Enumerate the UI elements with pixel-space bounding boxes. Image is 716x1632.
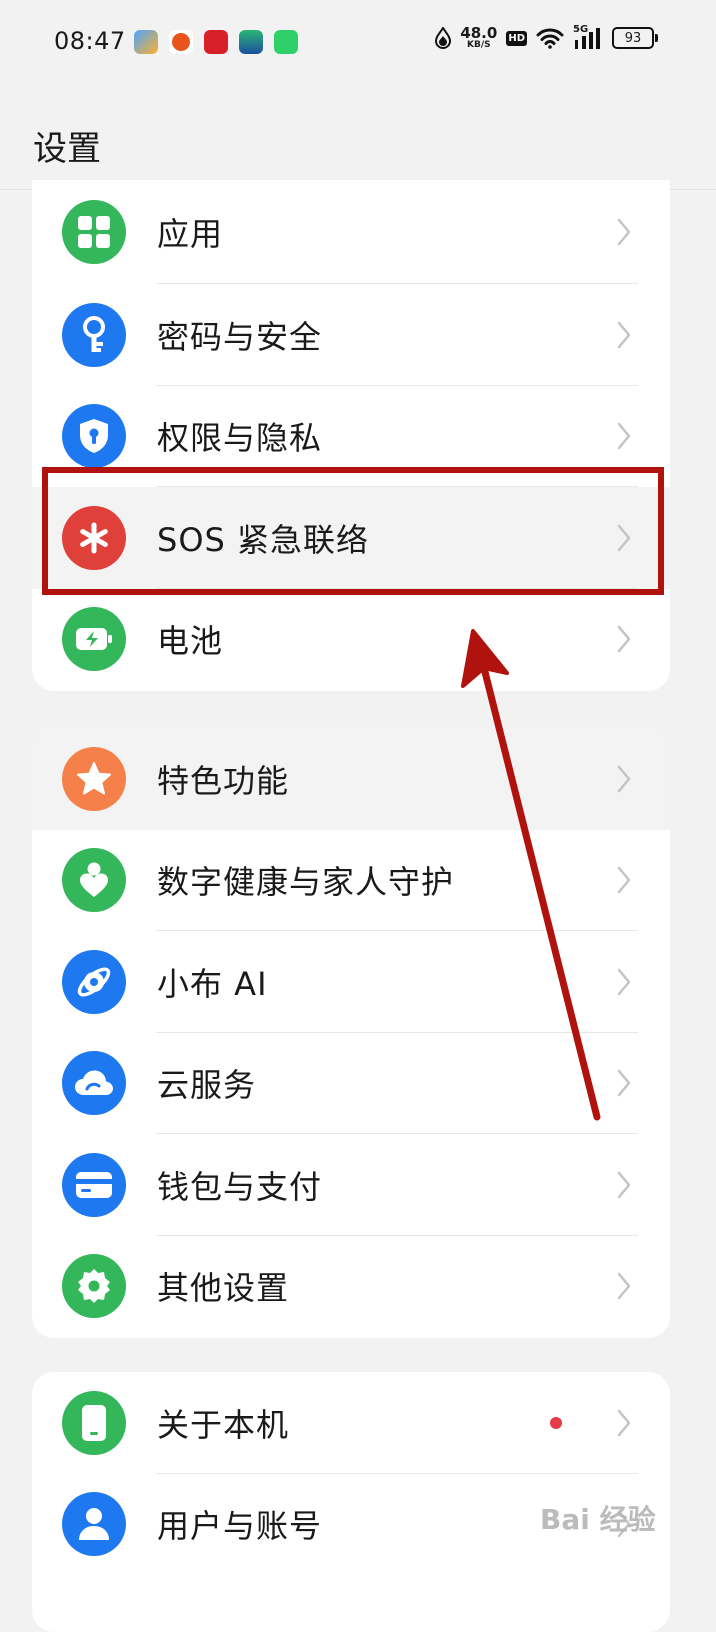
annotation-arrow xyxy=(461,629,601,1121)
watermark: Bai 经验 xyxy=(540,1503,656,1536)
